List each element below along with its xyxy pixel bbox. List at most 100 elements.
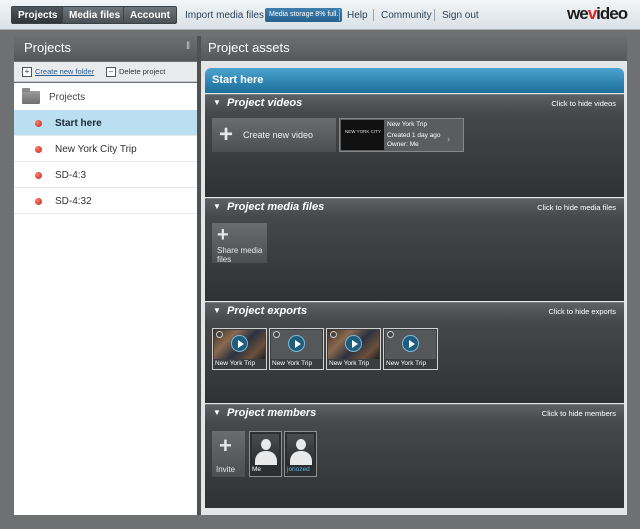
logo-prefix: we	[567, 4, 589, 23]
member-card[interactable]: jonozed	[284, 431, 317, 477]
triangle-down-icon: ▼	[213, 202, 221, 211]
section-title: Project videos	[227, 97, 303, 109]
minus-icon: –	[106, 67, 116, 78]
project-media-section: ▼ Project media files Click to hide medi…	[205, 198, 624, 301]
member-name[interactable]: jonozed	[287, 466, 310, 473]
panel-title: Projects	[24, 40, 71, 55]
export-label: New York Trip	[215, 360, 256, 367]
root-folder-label: Projects	[49, 92, 86, 103]
hide-members-link[interactable]: Click to hide members	[542, 409, 616, 418]
delete-project-button[interactable]: – Delete project	[106, 66, 165, 78]
community-link[interactable]: Community	[381, 10, 432, 21]
play-icon[interactable]	[231, 335, 248, 352]
plus-icon: +	[219, 433, 232, 458]
project-videos-section: ▼ Project videos Click to hide videos + …	[205, 94, 624, 197]
nav-divider	[434, 9, 435, 21]
project-exports-section: ▼ Project exports Click to hide exports …	[205, 302, 624, 403]
chevron-right-icon[interactable]: ›	[447, 134, 450, 144]
status-dot-icon	[35, 146, 42, 153]
video-card[interactable]: NEW YORK CITY New York Trip Created 1 da…	[339, 118, 464, 152]
export-item[interactable]: New York Trip	[212, 328, 267, 370]
status-dot-icon	[35, 172, 42, 179]
video-thumbnail-text: NEW YORK CITY	[345, 129, 381, 134]
section-header[interactable]: ▼ Project exports Click to hide exports	[205, 302, 624, 320]
project-label: SD-4:32	[55, 196, 92, 207]
project-label: Start here	[55, 118, 102, 129]
avatar-icon	[252, 434, 279, 465]
sign-out-link[interactable]: Sign out	[442, 10, 479, 21]
help-link[interactable]: Help	[347, 10, 368, 21]
folder-icon	[22, 88, 40, 104]
create-video-button[interactable]: + Create new video	[212, 118, 336, 152]
project-list: Projects Start here New York City Trip S…	[14, 83, 197, 515]
share-media-label: Share media files	[217, 246, 263, 264]
status-dot-icon	[35, 198, 42, 205]
section-header[interactable]: ▼ Project media files Click to hide medi…	[205, 198, 624, 216]
delete-project-label: Delete project	[119, 67, 166, 76]
project-title-bar: Start here	[205, 68, 624, 93]
avatar-icon	[287, 434, 314, 465]
plus-icon: +	[217, 224, 229, 246]
hide-videos-link[interactable]: Click to hide videos	[551, 99, 616, 108]
projects-toolbar: + Create new folder – Delete project	[14, 62, 200, 82]
export-item[interactable]: New York Trip	[269, 328, 324, 370]
project-item-sd-4-32[interactable]: SD-4:32	[14, 188, 197, 214]
project-item-new-york-city-trip[interactable]: New York City Trip	[14, 136, 197, 162]
member-card[interactable]: Me	[249, 431, 282, 477]
nav-divider	[339, 9, 340, 21]
top-navigation-bar: Projects Media files Account Import medi…	[0, 0, 640, 30]
play-icon[interactable]	[402, 335, 419, 352]
project-item-start-here[interactable]: Start here	[14, 110, 197, 136]
create-folder-button[interactable]: + Create new folder	[22, 66, 94, 78]
badge-icon	[330, 331, 337, 338]
tab-media-files[interactable]: Media files	[62, 6, 128, 24]
hide-media-link[interactable]: Click to hide media files	[537, 203, 616, 212]
status-dot-icon	[35, 120, 42, 127]
video-created: Created 1 day ago	[387, 132, 441, 139]
project-title: Start here	[212, 74, 264, 86]
section-header[interactable]: ▼ Project members Click to hide members	[205, 404, 624, 422]
panel-title: Project assets	[208, 40, 290, 55]
export-label: New York Trip	[386, 360, 427, 367]
logo-accent: v	[587, 4, 598, 23]
member-name: Me	[252, 466, 262, 473]
invite-member-button[interactable]: + Invite	[212, 431, 245, 477]
create-video-label: Create new video	[243, 130, 314, 140]
play-icon[interactable]	[288, 335, 305, 352]
badge-icon	[273, 331, 280, 338]
badge-icon	[216, 331, 223, 338]
project-label: SD-4:3	[55, 170, 87, 181]
video-title: New York Trip	[387, 121, 428, 128]
export-label: New York Trip	[272, 360, 313, 367]
wevideo-logo[interactable]: wevideo	[567, 4, 628, 24]
projects-panel-header: Projects	[14, 36, 198, 61]
hide-exports-link[interactable]: Click to hide exports	[548, 307, 616, 316]
tab-projects[interactable]: Projects	[11, 6, 65, 24]
section-header[interactable]: ▼ Project videos Click to hide videos	[205, 94, 624, 112]
triangle-down-icon: ▼	[213, 306, 221, 315]
triangle-down-icon: ▼	[213, 98, 221, 107]
export-item[interactable]: New York Trip	[383, 328, 438, 370]
export-item[interactable]: New York Trip	[326, 328, 381, 370]
project-assets-header: Project assets	[201, 36, 627, 61]
projects-root-folder[interactable]: Projects	[14, 83, 197, 109]
play-icon[interactable]	[345, 335, 362, 352]
triangle-down-icon: ▼	[213, 408, 221, 417]
badge-icon	[387, 331, 394, 338]
import-media-link[interactable]: Import media files	[185, 10, 264, 21]
create-folder-label: Create new folder	[35, 67, 95, 76]
section-title: Project members	[227, 407, 317, 419]
section-title: Project media files	[227, 201, 325, 213]
invite-label: Invite	[216, 465, 236, 474]
share-media-button[interactable]: + Share media files	[212, 223, 267, 264]
nav-divider	[373, 9, 374, 21]
tab-account[interactable]: Account	[123, 6, 177, 24]
section-title: Project exports	[227, 305, 308, 317]
video-thumbnail: NEW YORK CITY	[341, 120, 384, 150]
export-label: New York Trip	[329, 360, 370, 367]
video-owner: Owner: Me	[387, 141, 419, 148]
storage-status-badge: Media storage 8% full.	[265, 8, 343, 22]
project-label: New York City Trip	[55, 144, 137, 155]
plus-icon: +	[22, 67, 32, 78]
project-item-sd-4-3[interactable]: SD-4:3	[14, 162, 197, 188]
